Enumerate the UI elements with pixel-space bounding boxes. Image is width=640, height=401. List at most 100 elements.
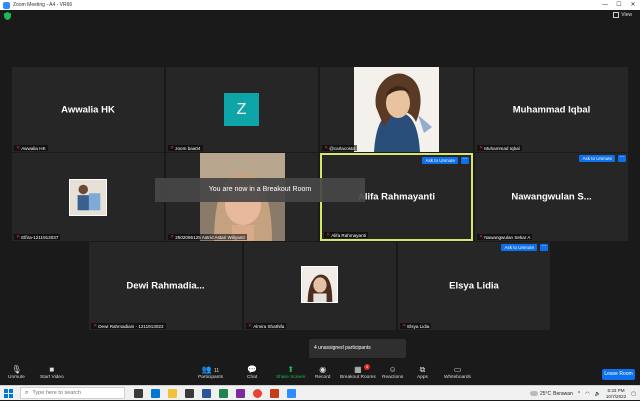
participant-label: ✕ zoom baa04	[168, 145, 203, 151]
participant-label: ✕ Awwalia HK	[14, 145, 48, 151]
app-icon[interactable]	[236, 389, 245, 398]
participant-tile[interactable]: Nawangwulan S... Ask to Unmute ··· ✕ Nawa…	[475, 153, 628, 241]
participant-name: Elsya Lidia	[449, 280, 499, 292]
apps-button[interactable]: ⧉ Apps	[417, 364, 428, 380]
participant-label: ✕ Elsya Lidia	[400, 323, 432, 329]
more-options-button[interactable]: ···	[540, 244, 548, 251]
participant-tile[interactable]: Elsya Lidia Ask to Unmute ··· ✕ Elsya Lid…	[398, 242, 550, 330]
participant-label: ✕ Muhammad Iqbal	[477, 145, 522, 151]
muted-mic-icon: ✕	[402, 323, 407, 329]
whiteboard-icon: ▭	[453, 365, 462, 374]
muted-mic-icon: ✕	[479, 145, 484, 151]
chat-button[interactable]: 💬 Chat	[247, 364, 257, 380]
muted-mic-icon: ✕	[93, 323, 98, 329]
volume-icon[interactable]: 🔈	[595, 391, 601, 397]
file-explorer-icon[interactable]	[168, 389, 177, 398]
chat-icon: 💬	[247, 365, 258, 374]
participant-photo	[301, 266, 338, 303]
muted-mic-icon: ✕	[170, 234, 175, 240]
ask-to-unmute-button[interactable]: Ask to Unmute	[501, 244, 537, 251]
close-button[interactable]: ✕	[626, 0, 640, 10]
start-video-button[interactable]: ■ Start Video	[40, 364, 64, 380]
participant-tile[interactable]: ✕ @carlacosta	[320, 67, 473, 152]
window-controls: — ☐ ✕	[598, 0, 640, 10]
store-icon[interactable]	[185, 389, 194, 398]
windows-taskbar: ⌕ 25°C Berawan ^ ◠ 🔈 6:33 PM 10/7/2022	[0, 385, 640, 400]
weather-widget[interactable]: 25°C Berawan	[529, 391, 573, 397]
breakout-rooms-button[interactable]: ▦ 4 Breakout Rooms	[340, 364, 376, 380]
more-options-button[interactable]: ···	[461, 157, 469, 164]
meeting-toolbar: 🎙 Unmute ■ Start Video 👥 11 Participants…	[0, 362, 640, 385]
participant-label: ✕ Elfira-1211913037	[14, 234, 61, 240]
muted-mic-icon: ✕	[479, 234, 484, 240]
chrome-icon[interactable]	[253, 389, 262, 398]
avatar: Z	[224, 93, 259, 126]
muted-mic-icon: ✕	[170, 145, 175, 151]
video-off-icon: ■	[49, 365, 55, 374]
unmute-button[interactable]: 🎙 Unmute	[8, 364, 25, 380]
taskbar-clock[interactable]: 6:33 PM 10/7/2022	[606, 388, 626, 400]
participant-photo	[69, 179, 107, 216]
breakout-room-toast: You are now in a Breakout Room	[155, 178, 365, 202]
chevron-up-icon[interactable]: ^	[578, 391, 580, 397]
word-icon[interactable]	[202, 389, 211, 398]
more-options-button[interactable]: ···	[618, 155, 626, 162]
minimize-button[interactable]: —	[598, 0, 612, 10]
participant-label: ✕ @carlacosta	[322, 145, 357, 151]
participant-tile[interactable]: Z ✕ zoom baa04	[166, 67, 318, 152]
participant-tile[interactable]: ✕ Elfira-1211913037	[12, 153, 164, 241]
muted-mic-icon: ✕	[16, 234, 21, 240]
participants-icon: 👥 11	[201, 365, 220, 374]
zoom-window: Zoom Meeting - A4 - VR66 — ☐ ✕ View Awwa…	[0, 0, 640, 400]
whiteboards-button[interactable]: ▭ Whiteboards	[444, 364, 471, 380]
edge-icon[interactable]	[151, 389, 160, 398]
muted-mic-icon: 🎙	[11, 365, 22, 374]
participant-label: ✕ 2502065125 Astrid Astari Wiliyanti	[168, 234, 247, 240]
share-screen-icon: ⬆	[287, 365, 295, 374]
view-button-label: View	[621, 12, 632, 18]
windows-start-icon[interactable]	[4, 389, 13, 398]
participant-name: Awwalia HK	[61, 104, 115, 115]
reactions-button[interactable]: ☺ Reactions	[382, 364, 403, 380]
grid-icon	[613, 12, 620, 18]
reactions-icon: ☺	[388, 365, 397, 374]
notifications-icon[interactable]: ▢	[631, 391, 636, 397]
participant-label: ✕ Alifa Rahmayanti	[324, 232, 368, 238]
encryption-shield-icon[interactable]	[4, 12, 11, 20]
ask-to-unmute-button[interactable]: Ask to Unmute	[579, 155, 615, 162]
record-icon: ◉	[319, 365, 327, 374]
unassigned-participants-notice[interactable]: 4 unassigned participants	[309, 339, 406, 358]
participant-label: ✕ Dewi Rahmadiani - 1211913022	[91, 323, 166, 329]
participant-tile[interactable]: Awwalia HK ✕ Awwalia HK	[12, 67, 164, 152]
system-tray: 25°C Berawan ^ ◠ 🔈 6:33 PM 10/7/2022 ▢	[529, 386, 636, 401]
powerpoint-icon[interactable]	[270, 389, 279, 398]
title-bar: Zoom Meeting - A4 - VR66 — ☐ ✕	[0, 0, 640, 10]
participant-tile[interactable]: Muhammad Iqbal ✕ Muhammad Iqbal	[475, 67, 628, 152]
muted-mic-icon: ✕	[16, 145, 21, 151]
zoom-taskbar-icon[interactable]	[287, 389, 296, 398]
record-button[interactable]: ◉ Record	[315, 364, 330, 380]
ask-to-unmute-button[interactable]: Ask to Unmute	[422, 157, 458, 164]
taskbar-search[interactable]: ⌕	[20, 387, 125, 399]
participant-tile[interactable]: ✕ Almira Shathifa	[244, 242, 396, 330]
excel-icon[interactable]	[219, 389, 228, 398]
participant-label: ✕ Nawangwulan Sekar A	[477, 234, 533, 240]
task-view-icon[interactable]	[134, 389, 143, 398]
zoom-app-icon	[3, 1, 10, 9]
apps-icon: ⧉	[419, 365, 426, 374]
taskbar-search-input[interactable]	[32, 390, 121, 396]
participant-name: Dewi Rahmadia...	[126, 280, 205, 292]
share-screen-button[interactable]: ⬆ Share Screen	[276, 364, 305, 380]
maximize-button[interactable]: ☐	[612, 0, 626, 10]
breakout-rooms-icon: ▦	[354, 365, 362, 374]
participant-name: Muhammad Iqbal	[512, 104, 591, 115]
muted-mic-icon: ✕	[324, 145, 329, 151]
view-button[interactable]: View	[613, 12, 632, 18]
participants-button[interactable]: 👥 11 Participants	[198, 364, 223, 380]
participant-label: ✕ Almira Shathifa	[246, 323, 287, 329]
participant-name: Nawangwulan S...	[511, 191, 592, 203]
wifi-icon[interactable]: ◠	[585, 391, 589, 397]
window-title: Zoom Meeting - A4 - VR66	[13, 2, 73, 8]
leave-room-button[interactable]: Leave Room	[602, 369, 635, 380]
participant-tile[interactable]: Dewi Rahmadia... ✕ Dewi Rahmadiani - 1211…	[89, 242, 242, 330]
